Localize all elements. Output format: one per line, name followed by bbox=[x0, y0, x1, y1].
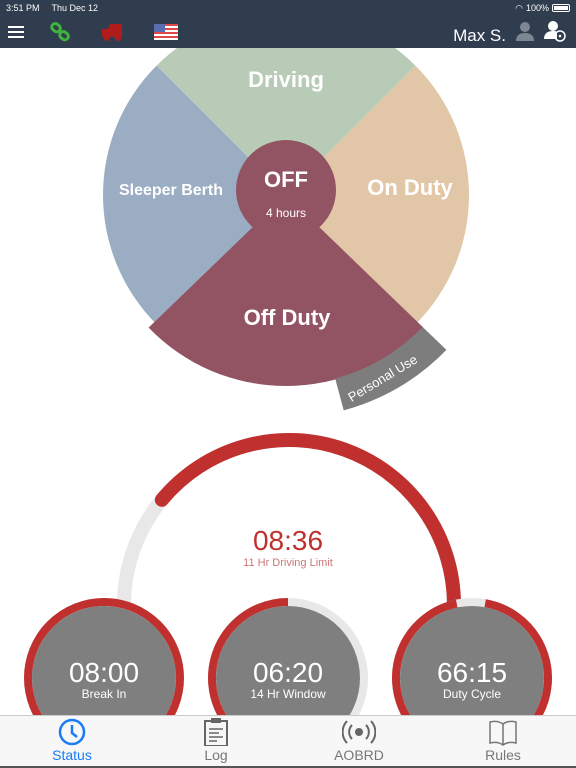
link-icon[interactable] bbox=[50, 22, 72, 42]
gauge-value: 66:15 bbox=[437, 657, 507, 688]
battery-icon bbox=[552, 4, 570, 12]
label-sleeper-berth: Sleeper Berth bbox=[119, 182, 223, 199]
tab-label: AOBRD bbox=[334, 747, 384, 763]
gauge-label: 14 Hr Window bbox=[250, 687, 326, 701]
label-driving: Driving bbox=[248, 67, 324, 92]
clipboard-icon bbox=[204, 718, 228, 746]
book-icon bbox=[489, 720, 517, 746]
us-flag-icon[interactable] bbox=[154, 24, 178, 40]
tab-status[interactable]: Status bbox=[27, 718, 117, 763]
gauge-label: Duty Cycle bbox=[443, 687, 501, 701]
status-date: Thu Dec 12 bbox=[51, 3, 99, 13]
truck-icon[interactable] bbox=[102, 24, 124, 41]
driving-limit-label: 11 Hr Driving Limit bbox=[243, 557, 333, 569]
tab-log[interactable]: Log bbox=[171, 718, 261, 763]
gauge-label: Break In bbox=[82, 687, 127, 701]
label-on-duty: On Duty bbox=[367, 175, 453, 200]
gauge-value: 08:00 bbox=[69, 657, 139, 688]
user-icon[interactable] bbox=[515, 21, 535, 41]
tab-rules[interactable]: Rules bbox=[458, 718, 548, 763]
menu-icon[interactable] bbox=[8, 26, 24, 39]
status-view: Driving On Duty Off Duty Sleeper Berth O… bbox=[24, 48, 552, 715]
wifi-icon: ◠ bbox=[515, 2, 523, 13]
tab-label: Status bbox=[52, 747, 92, 763]
center-duration: 4 hours bbox=[266, 206, 306, 220]
status-bar: 3:51 PM Thu Dec 12 ◠ 100% bbox=[0, 0, 576, 16]
user-name[interactable]: Max S. bbox=[453, 26, 506, 46]
duty-wheel: Driving On Duty Off Duty Sleeper Berth O… bbox=[103, 48, 469, 411]
broadcast-icon bbox=[342, 720, 376, 744]
battery-text: 100% bbox=[525, 3, 549, 13]
status-time: 3:51 PM bbox=[6, 3, 40, 13]
main-gauge-track bbox=[117, 433, 461, 606]
label-off-duty: Off Duty bbox=[244, 305, 332, 330]
driving-limit-value: 08:36 bbox=[253, 525, 323, 556]
tab-bar: Status Log AOBRD Rules bbox=[0, 715, 576, 768]
clock-icon bbox=[58, 718, 86, 746]
main-gauge-progress bbox=[154, 433, 461, 612]
driving-limit-gauge: 08:36 11 Hr Driving Limit bbox=[117, 433, 461, 612]
tab-label: Rules bbox=[485, 747, 521, 763]
tab-label: Log bbox=[204, 747, 228, 763]
driver-user-icon[interactable] bbox=[544, 20, 566, 42]
center-status: OFF bbox=[264, 167, 308, 192]
gauge-value: 06:20 bbox=[253, 657, 323, 688]
tab-aobrd[interactable]: AOBRD bbox=[314, 718, 404, 763]
